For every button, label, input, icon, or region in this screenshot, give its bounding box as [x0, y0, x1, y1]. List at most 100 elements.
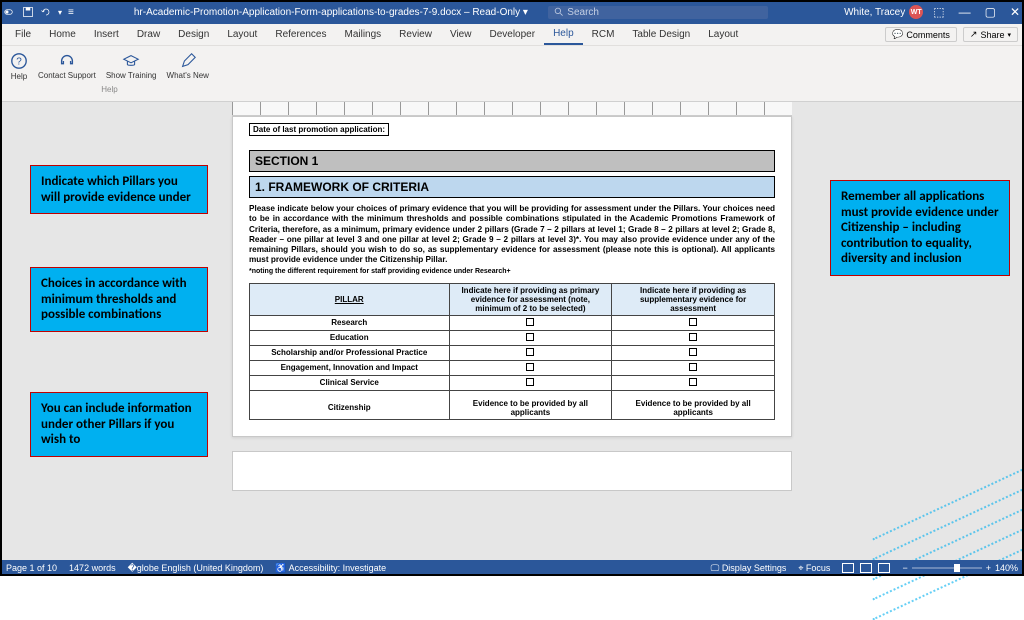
pillar-name: Scholarship and/or Professional Practice	[250, 345, 450, 360]
zoom-level[interactable]: 140%	[995, 563, 1018, 573]
qat-more-icon[interactable]: ≡	[68, 7, 74, 18]
checkbox[interactable]	[526, 378, 534, 386]
ribbon-group-label: Help	[101, 85, 117, 94]
table-row: Engagement, Innovation and Impact	[250, 360, 775, 375]
checkbox[interactable]	[526, 348, 534, 356]
accessibility-indicator[interactable]: ♿ Accessibility: Investigate	[275, 563, 386, 574]
checkbox[interactable]	[526, 333, 534, 341]
tab-view[interactable]: View	[441, 24, 481, 45]
search-input[interactable]	[567, 7, 762, 18]
framework-header: 1. FRAMEWORK OF CRITERIA	[249, 176, 775, 198]
cut-off-field: Date of last promotion application:	[249, 123, 389, 136]
pillar-name: Clinical Service	[250, 375, 450, 390]
primary-cell	[449, 360, 612, 375]
table-row: Research	[250, 315, 775, 330]
quick-access-toolbar: ▾ ≡	[4, 6, 74, 18]
display-settings[interactable]: 🖵 Display Settings	[711, 563, 787, 574]
language-indicator[interactable]: �globe English (United Kingdom)	[128, 563, 264, 574]
title-bar: ▾ ≡ hr-Academic-Promotion-Application-Fo…	[0, 0, 1024, 24]
svg-text:?: ?	[16, 57, 22, 68]
tab-references[interactable]: References	[266, 24, 335, 45]
tab-help[interactable]: Help	[544, 24, 583, 45]
help-circle-icon: ?	[10, 52, 28, 70]
tab-design[interactable]: Design	[169, 24, 218, 45]
checkbox[interactable]	[689, 318, 697, 326]
tab-mailings[interactable]: Mailings	[335, 24, 390, 45]
checkbox[interactable]	[689, 333, 697, 341]
ribbon-options-icon[interactable]: ⬚	[933, 5, 944, 19]
checkbox[interactable]	[689, 348, 697, 356]
contact-support-button[interactable]: Contact Support	[34, 50, 100, 83]
comments-button[interactable]: 💬Comments	[885, 27, 957, 42]
primary-cell: Evidence to be provided by all applicant…	[449, 390, 612, 419]
table-header-supp: Indicate here if providing as supplement…	[612, 283, 775, 315]
tab-draw[interactable]: Draw	[128, 24, 169, 45]
ribbon-content: ? Help Contact Support Show Training Wha…	[0, 46, 1024, 102]
checkbox[interactable]	[526, 318, 534, 326]
checkbox[interactable]	[526, 363, 534, 371]
read-mode-icon[interactable]	[842, 563, 854, 573]
headset-icon	[58, 52, 76, 70]
help-button[interactable]: ? Help	[6, 50, 32, 83]
maximize-button[interactable]: ▢	[985, 5, 996, 19]
next-page-peek	[232, 451, 792, 491]
search-box[interactable]	[548, 6, 768, 19]
pillar-name: Engagement, Innovation and Impact	[250, 360, 450, 375]
checkbox[interactable]	[689, 363, 697, 371]
pencil-icon	[179, 52, 197, 70]
pillar-name: Citizenship	[250, 390, 450, 419]
pillar-table: PILLAR Indicate here if providing as pri…	[249, 283, 775, 420]
tab-layout2[interactable]: Layout	[699, 24, 747, 45]
tab-file[interactable]: File	[6, 24, 40, 45]
supp-cell	[612, 360, 775, 375]
user-name: White, Tracey	[844, 7, 905, 18]
document-title: hr-Academic-Promotion-Application-Form-a…	[134, 7, 528, 18]
primary-cell	[449, 330, 612, 345]
show-training-button[interactable]: Show Training	[102, 50, 161, 83]
whats-new-button[interactable]: What's New	[163, 50, 213, 83]
web-layout-icon[interactable]	[878, 563, 890, 573]
table-row: CitizenshipEvidence to be provided by al…	[250, 390, 775, 419]
tab-layout[interactable]: Layout	[218, 24, 266, 45]
minimize-button[interactable]: —	[959, 5, 971, 19]
close-button[interactable]: ✕	[1010, 5, 1020, 19]
print-layout-icon[interactable]	[860, 563, 872, 573]
tab-review[interactable]: Review	[390, 24, 441, 45]
supp-cell	[612, 330, 775, 345]
zoom-in-icon[interactable]: +	[986, 563, 991, 573]
share-button[interactable]: ↗Share▾	[963, 27, 1018, 42]
user-account[interactable]: White, Tracey WT	[844, 5, 923, 19]
ribbon-group-help: ? Help Contact Support Show Training Wha…	[6, 50, 213, 94]
primary-cell	[449, 345, 612, 360]
focus-mode[interactable]: ⌖ Focus	[798, 563, 830, 574]
undo-icon[interactable]	[40, 6, 52, 18]
zoom-slider[interactable]: − + 140%	[902, 563, 1018, 573]
tab-table-design[interactable]: Table Design	[623, 24, 699, 45]
section-header: SECTION 1	[249, 150, 775, 172]
zoom-out-icon[interactable]: −	[902, 563, 907, 573]
checkbox[interactable]	[689, 378, 697, 386]
supp-cell	[612, 315, 775, 330]
pillar-name: Education	[250, 330, 450, 345]
tab-insert[interactable]: Insert	[85, 24, 128, 45]
autosave-icon[interactable]	[4, 6, 16, 18]
window-controls: ⬚ — ▢ ✕	[933, 5, 1020, 19]
save-icon[interactable]	[22, 6, 34, 18]
document-page[interactable]: Date of last promotion application: SECT…	[232, 116, 792, 437]
search-icon	[554, 7, 563, 17]
table-row: Education	[250, 330, 775, 345]
qat-dropdown-icon[interactable]: ▾	[58, 8, 62, 17]
horizontal-ruler[interactable]	[232, 102, 792, 116]
supp-cell	[612, 345, 775, 360]
status-bar: Page 1 of 10 1472 words �globe English (…	[0, 560, 1024, 576]
tab-developer[interactable]: Developer	[480, 24, 544, 45]
tab-rcm[interactable]: RCM	[583, 24, 624, 45]
page-indicator[interactable]: Page 1 of 10	[6, 563, 57, 573]
tab-home[interactable]: Home	[40, 24, 85, 45]
user-avatar: WT	[909, 5, 923, 19]
primary-cell	[449, 315, 612, 330]
table-header-primary: Indicate here if providing as primary ev…	[449, 283, 612, 315]
word-count[interactable]: 1472 words	[69, 563, 116, 573]
comment-icon: 💬	[892, 29, 903, 40]
supp-cell: Evidence to be provided by all applicant…	[612, 390, 775, 419]
